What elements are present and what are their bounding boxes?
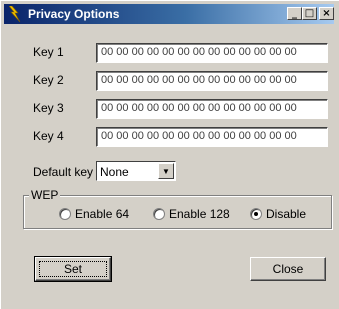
key1-label: Key 1 (33, 45, 64, 59)
chevron-down-icon[interactable]: ▼ (158, 163, 174, 179)
default-key-label: Default key (33, 165, 94, 179)
radio-disable[interactable]: Disable (250, 207, 306, 221)
title-bar[interactable]: Privacy Options _ □ × (4, 4, 334, 24)
window-title: Privacy Options (28, 7, 120, 21)
key3-field[interactable]: 00 00 00 00 00 00 00 00 00 00 00 00 00 (96, 99, 328, 119)
wep-legend: WEP (29, 188, 61, 202)
radio-enable-64-label: Enable 64 (75, 207, 130, 221)
radio-enable-128[interactable]: Enable 128 (153, 207, 230, 221)
lightning-bolt-icon (9, 6, 21, 22)
set-button[interactable]: Set (34, 256, 112, 282)
key2-field[interactable]: 00 00 00 00 00 00 00 00 00 00 00 00 00 (96, 71, 328, 91)
key4-field[interactable]: 00 00 00 00 00 00 00 00 00 00 00 00 00 (96, 127, 328, 147)
radio-disable-label: Disable (266, 207, 307, 221)
key4-label: Key 4 (33, 129, 64, 143)
default-key-value: None (100, 165, 129, 179)
privacy-options-window: Privacy Options _ □ × Key 1 00 00 00 00 … (0, 0, 339, 309)
close-button-label: Close (272, 262, 304, 276)
radio-button-icon[interactable] (59, 208, 71, 220)
minimize-button[interactable]: _ (287, 7, 302, 20)
radio-button-icon[interactable] (153, 208, 165, 220)
key2-label: Key 2 (33, 73, 64, 87)
close-window-button[interactable]: × (319, 7, 334, 20)
radio-button-selected-icon[interactable] (250, 208, 262, 220)
default-key-select[interactable]: None ▼ (96, 161, 176, 181)
key1-field[interactable]: 00 00 00 00 00 00 00 00 00 00 00 00 00 (96, 43, 328, 63)
radio-dot (254, 212, 258, 216)
radio-enable-128-label: Enable 128 (169, 207, 230, 221)
key3-label: Key 3 (33, 101, 64, 115)
radio-enable-64[interactable]: Enable 64 (59, 207, 129, 221)
maximize-button[interactable]: □ (302, 7, 317, 20)
focus-rect (39, 261, 107, 277)
close-button[interactable]: Close (250, 257, 326, 281)
